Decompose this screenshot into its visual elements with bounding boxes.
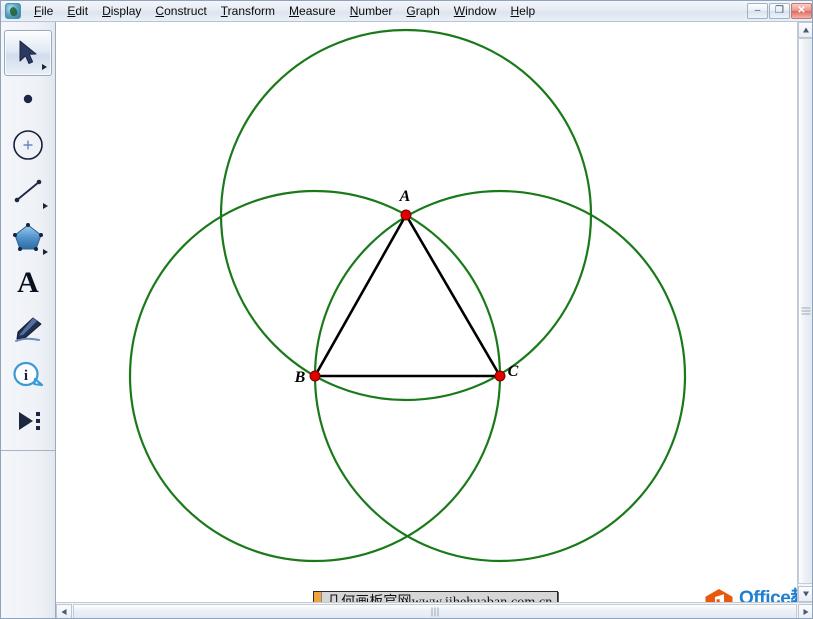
point-label-B[interactable]: B xyxy=(294,369,306,386)
menu-item-help[interactable]: Help xyxy=(503,2,542,21)
menu-item-window[interactable]: Window xyxy=(447,2,504,21)
menu-mnemonic: G xyxy=(406,4,415,18)
arrow-select-tool[interactable] xyxy=(4,30,52,76)
chevron-right-icon[interactable] xyxy=(42,64,47,70)
scroll-up-button[interactable] xyxy=(798,22,813,38)
menu-item-number[interactable]: Number xyxy=(343,2,400,21)
compass-circle-tool[interactable] xyxy=(4,122,52,168)
menu-mnemonic: M xyxy=(289,4,299,18)
menu-item-transform[interactable]: Transform xyxy=(214,2,282,21)
marker-pen-icon xyxy=(4,306,52,352)
sketch-pane: A B C 几何画板官网www.jihehuaban.com.cn Office… xyxy=(56,22,813,619)
segment-AC[interactable] xyxy=(406,215,500,376)
scroll-thumb-grip xyxy=(801,308,810,315)
close-button[interactable]: ✕ xyxy=(791,3,812,19)
vertical-scrollbar[interactable] xyxy=(797,22,813,602)
marker-tool[interactable] xyxy=(4,306,52,352)
geometry-drawing: A B C xyxy=(56,22,797,602)
point-B[interactable] xyxy=(310,371,320,381)
toolbox: A i xyxy=(1,22,56,619)
point-tool[interactable] xyxy=(4,76,52,122)
menu-label-rest: easure xyxy=(299,4,336,18)
segment-AB[interactable] xyxy=(315,215,406,376)
scroll-right-button[interactable] xyxy=(798,604,813,619)
menu-bar: File Edit Display Construct Transform Me… xyxy=(1,1,813,22)
menu-label-rest: elp xyxy=(519,4,535,18)
sketchpad-icon xyxy=(5,3,21,19)
polygon-tool[interactable] xyxy=(4,214,52,260)
menu-mnemonic: T xyxy=(221,4,228,18)
point-icon xyxy=(4,76,52,122)
menu-mnemonic: C xyxy=(155,4,164,18)
menu-mnemonic: H xyxy=(510,4,519,18)
point-A[interactable] xyxy=(401,210,411,220)
toolbox-divider xyxy=(1,450,55,451)
scroll-left-button[interactable] xyxy=(56,604,72,619)
sketch-canvas[interactable]: A B C 几何画板官网www.jihehuaban.com.cn xyxy=(56,22,797,603)
point-C[interactable] xyxy=(495,371,505,381)
restore-button[interactable]: ❐ xyxy=(769,3,790,19)
horizontal-scrollbar[interactable] xyxy=(56,602,813,619)
point-label-C[interactable]: C xyxy=(508,363,519,380)
menu-item-graph[interactable]: Graph xyxy=(399,2,446,21)
point-label-A[interactable]: A xyxy=(399,188,411,205)
menu-item-measure[interactable]: Measure xyxy=(282,2,343,21)
scroll-down-button[interactable] xyxy=(798,586,813,602)
menu-mnemonic: W xyxy=(454,4,465,18)
menu-label-rest: ile xyxy=(41,4,53,18)
play-dots-icon xyxy=(4,398,52,444)
menu-label-rest: onstruct xyxy=(164,4,207,18)
menu-label-rest: dit xyxy=(75,4,88,18)
menu-label-rest: raph xyxy=(416,4,440,18)
window-controls: – ❐ ✕ xyxy=(747,3,812,19)
menu-item-edit[interactable]: Edit xyxy=(60,2,95,21)
svg-text:i: i xyxy=(24,368,28,384)
menu-label-rest: ransform xyxy=(228,4,275,18)
chevron-right-icon[interactable] xyxy=(43,249,48,255)
menu-label-rest: indow xyxy=(465,4,496,18)
chevron-right-icon[interactable] xyxy=(43,203,48,209)
info-balloon-icon: i xyxy=(4,352,52,398)
sketchpad-window: File Edit Display Construct Transform Me… xyxy=(0,0,813,619)
menu-item-construct[interactable]: Construct xyxy=(148,2,213,21)
menu-item-display[interactable]: Display xyxy=(95,2,148,21)
vertical-scroll-thumb[interactable] xyxy=(798,38,813,584)
minimize-button[interactable]: – xyxy=(747,3,768,19)
menu-item-file[interactable]: File xyxy=(27,2,60,21)
menu-mnemonic: D xyxy=(102,4,111,18)
information-tool[interactable]: i xyxy=(4,352,52,398)
menu-label-rest: isplay xyxy=(111,4,142,18)
menu-label-rest: umber xyxy=(358,4,392,18)
scroll-thumb-grip xyxy=(432,607,439,616)
straightedge-tool[interactable] xyxy=(4,168,52,214)
custom-tool[interactable] xyxy=(4,398,52,444)
horizontal-scroll-thumb[interactable] xyxy=(73,604,797,619)
letter-a-icon: A xyxy=(4,260,52,306)
circle-icon xyxy=(4,122,52,168)
text-tool[interactable]: A xyxy=(4,260,52,306)
